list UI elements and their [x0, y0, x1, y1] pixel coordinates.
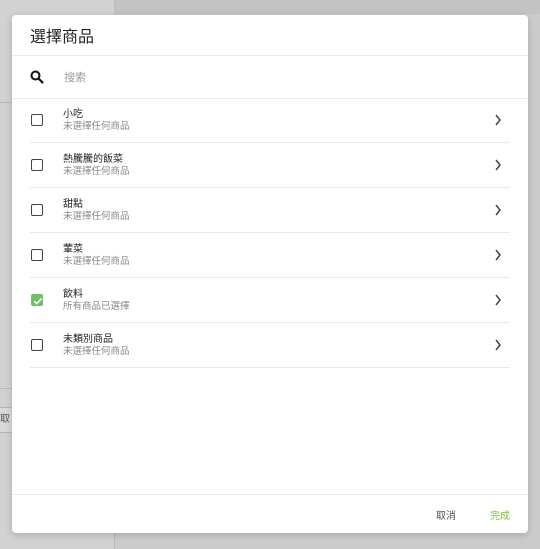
chevron-right-icon[interactable] [490, 112, 506, 128]
checkbox[interactable] [31, 204, 43, 216]
item-subtitle: 未選擇任何商品 [63, 210, 130, 222]
list-item-text: 甜點 未選擇任何商品 [63, 198, 490, 223]
category-list: 小吃 未選擇任何商品 熱騰騰的飯菜 未選擇任何商品 甜點 未選擇任何商品 葷菜 … [30, 98, 510, 368]
item-subtitle: 未選擇任何商品 [63, 120, 130, 132]
item-title: 葷菜 [63, 243, 83, 255]
checkbox[interactable] [31, 249, 43, 261]
item-title: 未類別商品 [63, 333, 113, 345]
done-button[interactable]: 完成 [490, 507, 510, 522]
search-bar [12, 56, 528, 99]
dialog-title: 選擇商品 [12, 15, 528, 56]
list-item[interactable]: 飲料 所有商品已選擇 [30, 278, 510, 323]
list-item[interactable]: 甜點 未選擇任何商品 [30, 188, 510, 233]
chevron-right-icon[interactable] [490, 337, 506, 353]
checkbox[interactable] [31, 339, 43, 351]
chevron-right-icon[interactable] [490, 292, 506, 308]
item-subtitle: 所有商品已選擇 [63, 300, 130, 312]
chevron-right-icon[interactable] [490, 157, 506, 173]
search-input[interactable] [62, 69, 510, 85]
item-title: 小吃 [63, 108, 83, 120]
list-item[interactable]: 未類別商品 未選擇任何商品 [30, 323, 510, 368]
item-subtitle: 未選擇任何商品 [63, 345, 130, 357]
list-item-text: 未類別商品 未選擇任何商品 [63, 333, 490, 358]
item-subtitle: 未選擇任何商品 [63, 255, 130, 267]
checkbox-checked[interactable] [31, 294, 43, 306]
dialog-footer: 取消 完成 [12, 494, 528, 533]
list-item-text: 葷菜 未選擇任何商品 [63, 243, 490, 268]
chevron-right-icon[interactable] [490, 202, 506, 218]
search-icon [30, 67, 50, 87]
list-item[interactable]: 葷菜 未選擇任何商品 [30, 233, 510, 278]
item-title: 熱騰騰的飯菜 [63, 153, 123, 165]
item-subtitle: 未選擇任何商品 [63, 165, 130, 177]
list-item-text: 小吃 未選擇任何商品 [63, 108, 490, 133]
checkbox[interactable] [31, 159, 43, 171]
checkbox[interactable] [31, 114, 43, 126]
list-item-text: 熱騰騰的飯菜 未選擇任何商品 [63, 153, 490, 178]
checkmark-icon [33, 297, 43, 305]
list-item[interactable]: 熱騰騰的飯菜 未選擇任何商品 [30, 143, 510, 188]
list-item[interactable]: 小吃 未選擇任何商品 [30, 98, 510, 143]
select-products-dialog: 選擇商品 小吃 未選擇任何商品 熱騰騰的飯菜 未選擇任 [12, 15, 528, 533]
chevron-right-icon[interactable] [490, 247, 506, 263]
item-title: 甜點 [63, 198, 83, 210]
list-item-text: 飲料 所有商品已選擇 [63, 288, 490, 313]
item-title: 飲料 [63, 288, 83, 300]
cancel-button[interactable]: 取消 [436, 507, 456, 522]
